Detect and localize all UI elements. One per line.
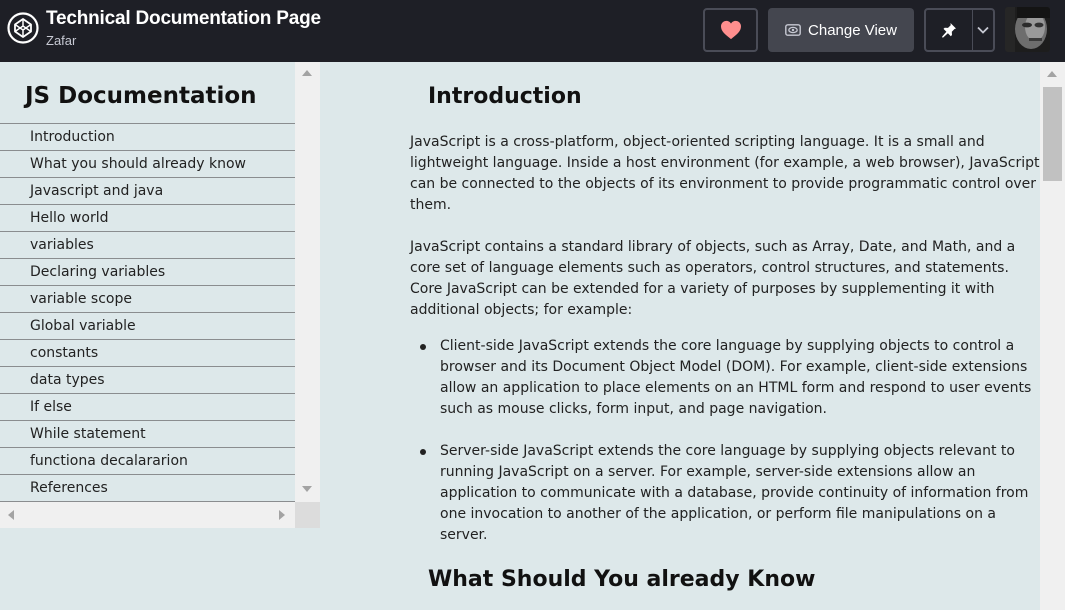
- page-title[interactable]: Technical Documentation Page: [46, 8, 321, 30]
- sidebar-item-what-you-should-know[interactable]: What you should already know: [0, 151, 295, 178]
- section-title-introduction: Introduction: [428, 84, 582, 109]
- sidebar-list: Introduction What you should already kno…: [0, 123, 295, 502]
- scrollbar-corner: [295, 502, 320, 528]
- list-item: Client-side JavaScript extends the core …: [410, 336, 1040, 420]
- scroll-down-arrow-icon[interactable]: [302, 486, 312, 492]
- sidebar-item-constants[interactable]: constants: [0, 340, 295, 367]
- sidebar-item-javascript-and-java[interactable]: Javascript and java: [0, 178, 295, 205]
- pin-icon: [942, 23, 956, 38]
- sidebar-item-introduction[interactable]: Introduction: [0, 124, 295, 151]
- heart-icon: [720, 20, 741, 40]
- author-name[interactable]: Zafar: [46, 33, 76, 48]
- sidebar-item-declaring-variables[interactable]: Declaring variables: [0, 259, 295, 286]
- chevron-down-icon: [977, 26, 989, 34]
- sidebar-item-global-variable[interactable]: Global variable: [0, 313, 295, 340]
- section-title-what-you-should-know: What Should You already Know: [428, 567, 816, 592]
- sidebar-nav: JS Documentation Introduction What you s…: [0, 62, 320, 528]
- change-view-label: Change View: [808, 21, 897, 39]
- sidebar-item-variable-scope[interactable]: variable scope: [0, 286, 295, 313]
- sidebar-item-variables[interactable]: variables: [0, 232, 295, 259]
- page-vertical-scrollbar[interactable]: [1040, 62, 1065, 610]
- pin-button-group: [924, 8, 995, 52]
- page-scroll-up-arrow-icon[interactable]: [1047, 71, 1057, 77]
- eye-icon: [785, 24, 801, 36]
- sidebar-scroll-area[interactable]: JS Documentation Introduction What you s…: [0, 62, 295, 502]
- sidebar-vertical-scrollbar[interactable]: [295, 62, 320, 502]
- page-scroll-thumb[interactable]: [1043, 87, 1062, 181]
- change-view-button[interactable]: Change View: [768, 8, 914, 52]
- sidebar-item-function-declaration[interactable]: functiona decalararion: [0, 448, 295, 475]
- codepen-logo-icon[interactable]: [7, 12, 39, 44]
- scroll-left-arrow-icon[interactable]: [8, 510, 14, 520]
- sidebar-item-if-else[interactable]: If else: [0, 394, 295, 421]
- pin-button[interactable]: [926, 10, 972, 50]
- avatar[interactable]: [1005, 7, 1050, 52]
- sidebar-item-while-statement[interactable]: While statement: [0, 421, 295, 448]
- scroll-up-arrow-icon[interactable]: [302, 70, 312, 76]
- sidebar-item-references[interactable]: References: [0, 475, 295, 502]
- intro-paragraph-2: JavaScript contains a standard library o…: [410, 239, 1016, 318]
- list-item: Server-side JavaScript extends the core …: [410, 441, 1040, 546]
- top-bar: Technical Documentation Page Zafar Chang…: [0, 0, 1065, 62]
- main-content: Introduction JavaScript is a cross-platf…: [320, 62, 1040, 610]
- avatar-image: [1005, 7, 1050, 52]
- heart-button[interactable]: [703, 8, 758, 52]
- sidebar-horizontal-scrollbar[interactable]: [0, 502, 295, 528]
- scroll-right-arrow-icon[interactable]: [279, 510, 285, 520]
- pin-dropdown-toggle[interactable]: [973, 26, 993, 34]
- intro-paragraph-1: JavaScript is a cross-platform, object-o…: [410, 134, 1040, 213]
- intro-bullet-list: Client-side JavaScript extends the core …: [410, 336, 1040, 567]
- sidebar-title: JS Documentation: [25, 83, 257, 109]
- sidebar-item-hello-world[interactable]: Hello world: [0, 205, 295, 232]
- sidebar-item-data-types[interactable]: data types: [0, 367, 295, 394]
